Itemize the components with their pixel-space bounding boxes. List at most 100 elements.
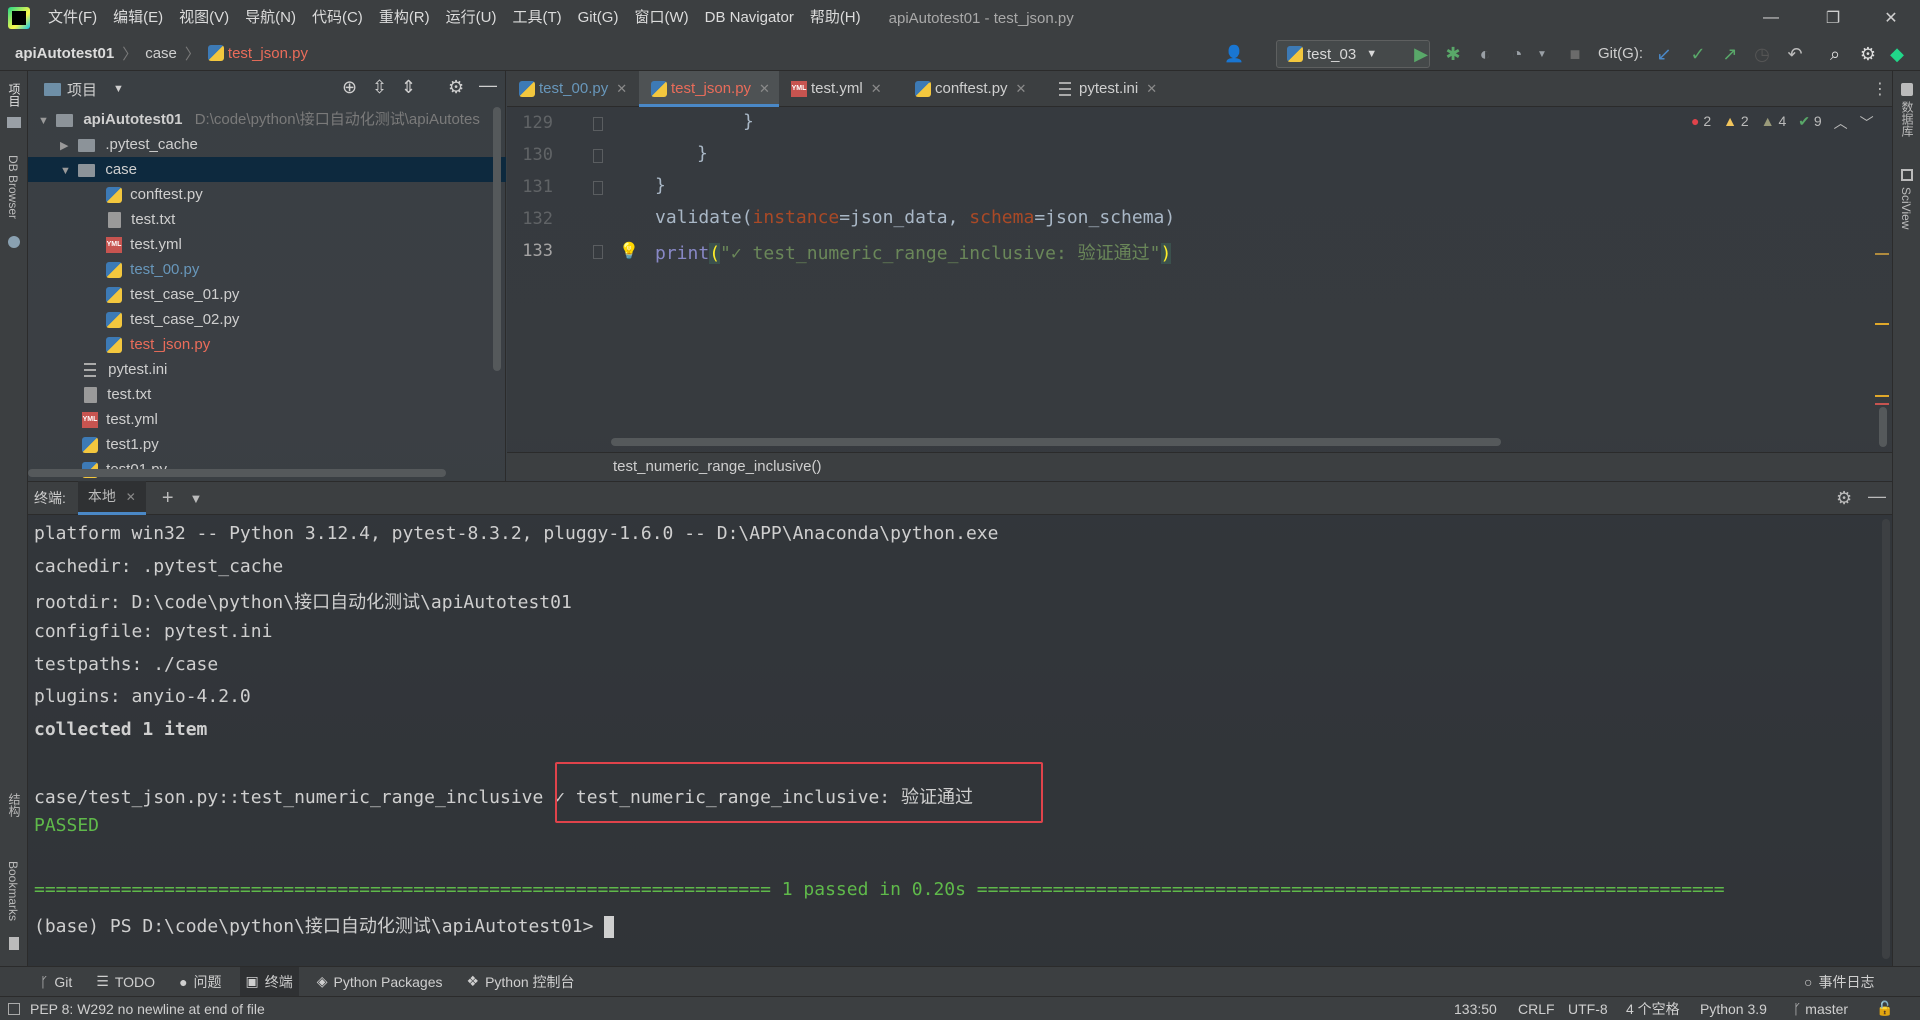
menu-view[interactable]: 视图(V) [171,0,237,36]
git-push-icon[interactable]: ↗ [1718,42,1742,66]
terminal-scrollbar[interactable] [1882,519,1890,959]
menu-db-navigator[interactable]: DB Navigator [697,0,802,36]
marker-stripe[interactable] [1875,253,1889,255]
tree-item-pytest-ini[interactable]: pytest.ini [28,357,506,382]
breadcrumb-folder[interactable]: case [145,45,177,62]
tree-item-test-json[interactable]: test_json.py [28,332,506,357]
structure-tool-tab[interactable]: 结构 [6,793,23,817]
breadcrumb-file[interactable]: test_json.py [228,45,308,62]
menu-run[interactable]: 运行(U) [438,0,505,36]
database-tool-tab[interactable]: 数据库 [1899,101,1916,137]
more-tabs-icon[interactable]: ⋮ [1872,79,1888,99]
tool-window-event-log[interactable]: ○ 事件日志 [1798,967,1880,997]
tree-item-test1[interactable]: test1.py [28,432,506,457]
fold-marker-icon[interactable] [593,149,603,163]
more-run-icon[interactable]: ▼ [1530,42,1554,66]
tree-item-root-test-yml[interactable]: YML test.yml [28,407,506,432]
next-highlight-icon[interactable]: ﹀ [1860,113,1874,133]
marker-stripe[interactable] [1875,323,1889,325]
tree-item-test-00[interactable]: test_00.py [28,257,506,282]
tool-window-problems[interactable]: ● 问题 [173,967,227,997]
stop-icon[interactable]: ■ [1563,42,1587,66]
editor-horizontal-scrollbar[interactable] [611,438,1501,446]
run-config-select[interactable]: test_03 ▼ [1276,40,1430,68]
search-icon[interactable]: ⌕ [1823,42,1847,66]
caret-position[interactable]: 133:50 [1454,1001,1497,1017]
previous-highlight-icon[interactable]: ︿ [1834,113,1848,133]
restore-button[interactable]: ❐ [1810,0,1856,36]
tool-window-todo[interactable]: ☰ TODO [90,967,161,997]
terminal-tab-local[interactable]: 本地 ✕ [77,481,146,515]
indent-setting[interactable]: 4 个空格 [1626,999,1680,1019]
git-history-icon[interactable]: ◷ [1750,42,1774,66]
breadcrumb-project[interactable]: apiAutotest01 [15,45,114,62]
tool-window-python-console[interactable]: ❖ Python 控制台 [461,967,581,997]
expand-all-icon[interactable]: ⇳ [372,77,387,98]
settings-icon[interactable]: ⚙ [1836,488,1852,509]
close-tab-icon[interactable]: ✕ [871,81,882,96]
tree-item-root[interactable]: ▼ apiAutotest01 D:\code\python\接口自动化测试\a… [28,107,506,132]
close-tab-icon[interactable]: ✕ [616,81,627,96]
undo-icon[interactable]: ↶ [1783,42,1807,66]
tree-item-test-case-01[interactable]: test_case_01.py [28,282,506,307]
close-window-button[interactable]: ✕ [1868,0,1914,36]
tool-window-python-packages[interactable]: ◈ Python Packages [311,967,449,997]
terminal-output[interactable]: platform win32 -- Python 3.12.4, pytest-… [28,515,1892,966]
profile-icon[interactable]: ◔ [1505,42,1529,66]
menu-refactor[interactable]: 重构(R) [371,0,438,36]
menu-tools[interactable]: 工具(T) [504,0,569,36]
menu-code[interactable]: 代码(C) [304,0,371,36]
dropdown-arrow-icon[interactable]: ▼ [113,83,124,95]
status-message[interactable]: PEP 8: W292 no newline at end of file [30,1001,265,1017]
tab-pytest-ini[interactable]: pytest.ini ✕ [1047,71,1173,107]
tab-test-json[interactable]: test_json.py ✕ [639,71,779,107]
git-commit-icon[interactable]: ✓ [1686,42,1710,66]
toggle-tool-windows-icon[interactable] [8,1002,20,1015]
tree-item-test-yml[interactable]: YML test.yml [28,232,506,257]
line-separator[interactable]: CRLF [1518,1001,1555,1017]
sciview-tool-tab[interactable]: SciView [1899,187,1913,229]
plugin-icon[interactable]: ◆ [1885,42,1909,66]
project-panel-title[interactable]: 项目 [67,79,97,100]
menu-window[interactable]: 窗口(W) [626,0,696,36]
vertical-scrollbar[interactable] [493,107,501,371]
tree-item-pytest-cache[interactable]: ▶ .pytest_cache [28,132,506,157]
bookmarks-tool-tab[interactable]: Bookmarks [6,861,20,921]
menu-help[interactable]: 帮助(H) [802,0,869,36]
git-branch[interactable]: ᚴ master [1793,1001,1848,1017]
close-tab-icon[interactable]: ✕ [1016,81,1027,96]
run-icon[interactable]: ▶ [1409,42,1433,66]
menu-git[interactable]: Git(G) [570,0,627,36]
add-icon[interactable]: + [162,487,174,510]
tree-item-test-txt[interactable]: test.txt [28,207,506,232]
menu-file[interactable]: 文件(F) [40,0,105,36]
close-tab-icon[interactable]: ✕ [1146,81,1157,96]
horizontal-scrollbar[interactable] [28,469,446,477]
hide-icon[interactable]: — [1868,486,1886,507]
user-icon[interactable]: 👤 [1222,42,1246,66]
tab-test-yml[interactable]: YML test.yml ✕ [779,71,903,107]
file-encoding[interactable]: UTF-8 [1568,1001,1608,1017]
chevron-down-icon[interactable]: ▼ [190,491,203,506]
close-tab-icon[interactable]: ✕ [759,81,770,96]
tool-window-terminal[interactable]: ▣ 终端 [239,966,299,997]
tree-item-test-case-02[interactable]: test_case_02.py [28,307,506,332]
fold-marker-icon[interactable] [593,245,603,259]
debug-icon[interactable]: ✱ [1441,42,1465,66]
lightbulb-icon[interactable]: 💡 [619,241,639,260]
tab-conftest[interactable]: conftest.py ✕ [903,71,1047,107]
menu-edit[interactable]: 编辑(E) [105,0,171,36]
inspection-widget[interactable]: ● 2 ▲ 2 ▲ 4 ✔ 9 ︿ ﹀ [1691,113,1874,133]
fold-marker-icon[interactable] [593,117,603,131]
tree-item-root-test-txt[interactable]: test.txt [28,382,506,407]
tab-test-00[interactable]: test_00.py ✕ [507,71,639,107]
marker-stripe[interactable] [1875,395,1889,397]
db-browser-tool-tab[interactable]: DB Browser [6,155,20,219]
hide-icon[interactable]: — [479,75,497,96]
tree-item-conftest[interactable]: conftest.py [28,182,506,207]
editor-vertical-scrollbar[interactable] [1879,407,1887,447]
breadcrumb-function[interactable]: test_numeric_range_inclusive() [613,458,821,475]
locate-icon[interactable]: ⊕ [342,77,357,98]
menu-navigate[interactable]: 导航(N) [237,0,304,36]
settings-icon[interactable]: ⚙ [1856,42,1880,66]
